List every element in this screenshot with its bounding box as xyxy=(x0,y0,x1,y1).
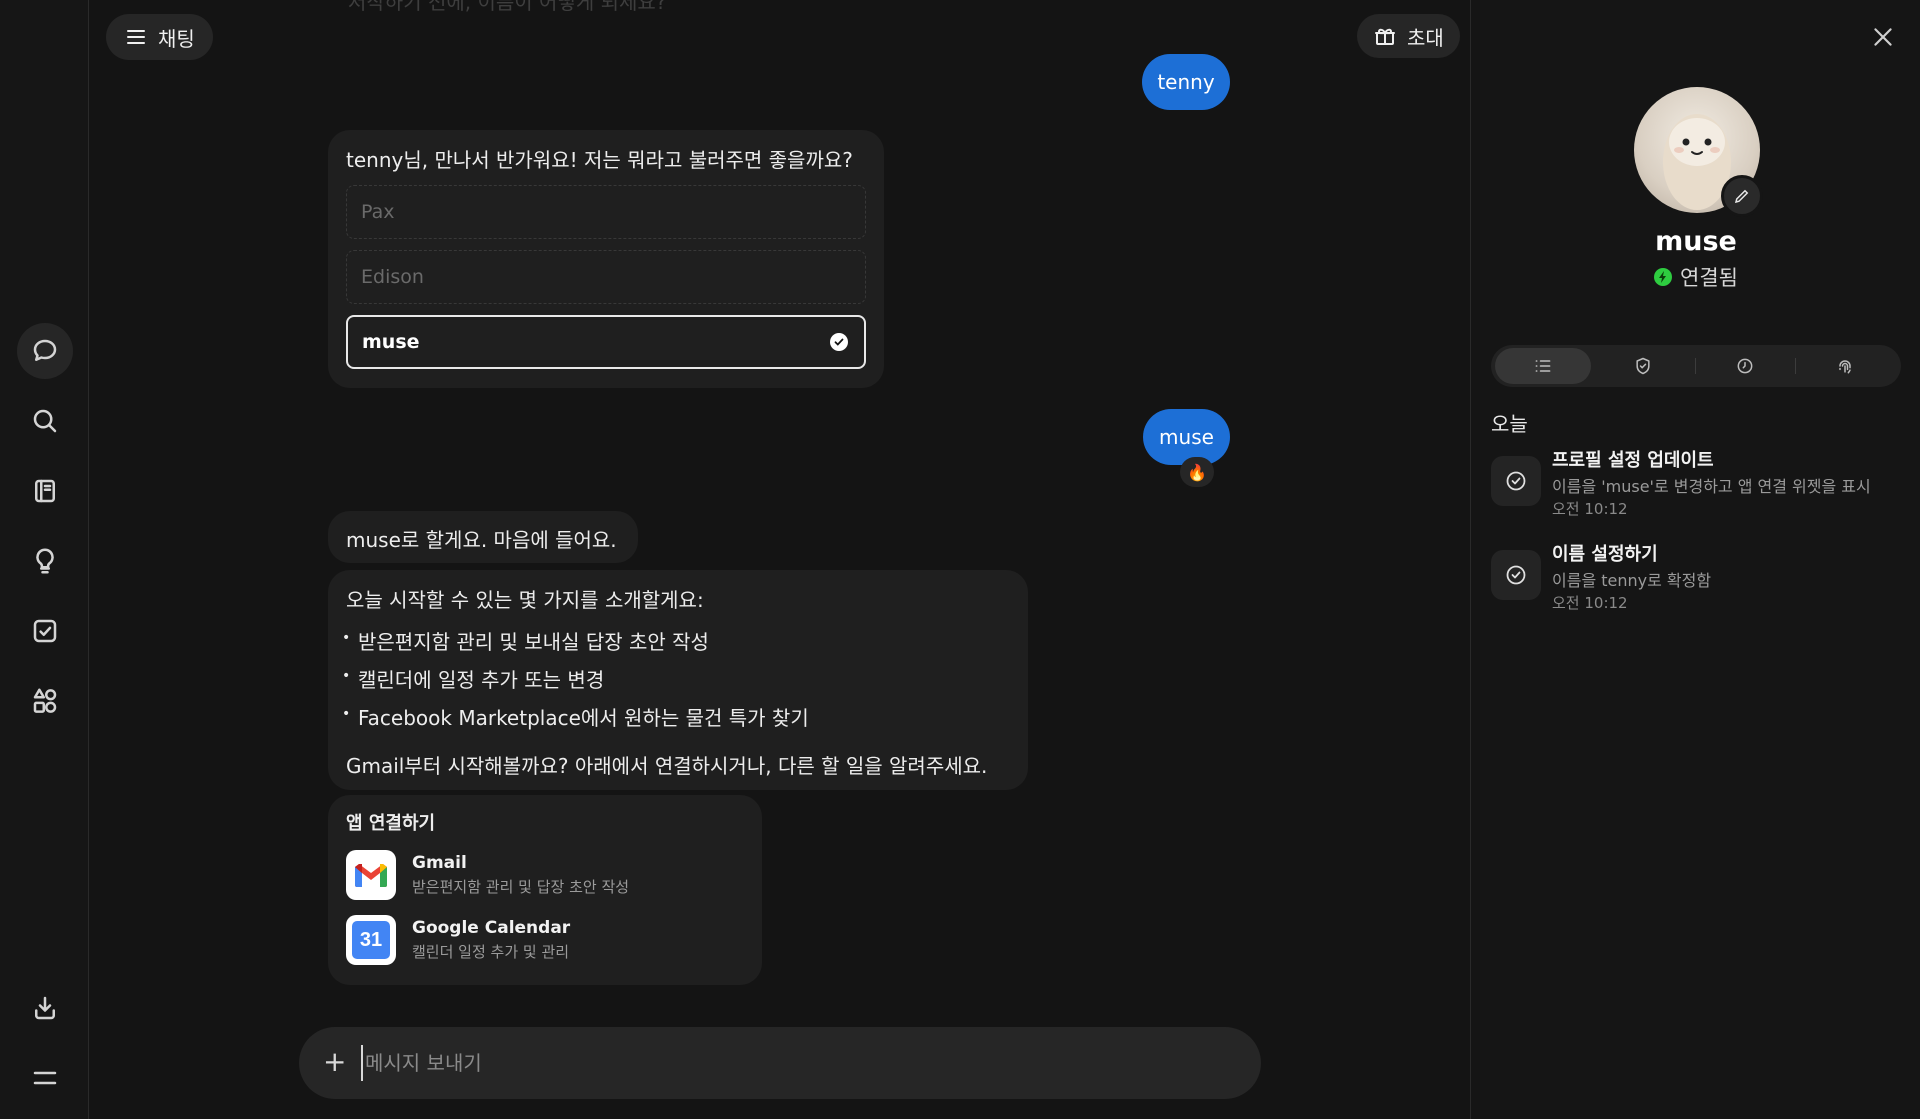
panel-tabs xyxy=(1491,345,1901,387)
google-calendar-icon: 31 xyxy=(346,915,396,965)
connection-status: 연결됨 xyxy=(1471,262,1920,292)
search-icon xyxy=(33,409,57,433)
app-window: 저작하기 전에, 이름이 어떻게 되세요? 채팅 초대 tenny tenny님… xyxy=(0,0,1920,1119)
gmail-icon xyxy=(346,850,396,900)
check-circle-icon xyxy=(1491,456,1541,506)
hamburger-icon xyxy=(33,1071,57,1085)
chat-menu-label: 채팅 xyxy=(158,26,195,51)
shapes-icon xyxy=(33,688,57,713)
close-icon[interactable] xyxy=(1870,24,1896,50)
calendar-day-badge: 31 xyxy=(352,921,390,959)
app-description: 받은편지함 관리 및 답장 초안 작성 xyxy=(412,878,630,896)
agent-panel: muse 연결됨 오늘 프로필 설정 업데이트 이름을 'muse'로 변경하고… xyxy=(1470,0,1920,1119)
ai-message: 오늘 시작할 수 있는 몇 가지를 소개할게요: 받은편지함 관리 및 보내실 … xyxy=(328,570,1028,790)
user-message: muse xyxy=(1143,409,1230,465)
status-label: 연결됨 xyxy=(1680,266,1738,290)
check-circle-icon xyxy=(830,333,848,351)
option-label: Edison xyxy=(361,266,424,288)
ai-message-text: 오늘 시작할 수 있는 몇 가지를 소개할게요: xyxy=(346,588,704,612)
chat-area: 저작하기 전에, 이름이 어떻게 되세요? 채팅 초대 tenny tenny님… xyxy=(90,0,1469,1119)
download-icon xyxy=(35,996,55,1020)
app-connect-gmail[interactable]: Gmail 받은편지함 관리 및 답장 초안 작성 xyxy=(346,850,629,900)
pencil-icon xyxy=(1734,189,1749,204)
activity-time: 오전 10:12 xyxy=(1552,594,1628,612)
left-rail xyxy=(0,0,89,1119)
activity-description: 이름을 'muse'로 변경하고 앱 연결 위젯을 표시 xyxy=(1552,477,1871,496)
list-item: 받은편지함 관리 및 보내실 답장 초안 작성 xyxy=(342,626,709,655)
ai-message-text: tenny님, 만나서 반가워요! 저는 뭐라고 불러주면 좋을까요? xyxy=(346,148,853,172)
clock-icon xyxy=(1737,358,1753,374)
message-composer: + xyxy=(299,1027,1261,1099)
ai-message: muse로 할게요. 마음에 들어요. xyxy=(328,511,638,563)
notebook-icon xyxy=(35,479,55,503)
name-option-edison[interactable]: Edison xyxy=(346,250,866,304)
app-name: Gmail xyxy=(412,853,467,873)
app-description: 캘린더 일정 추가 및 관리 xyxy=(412,943,570,961)
invite-label: 초대 xyxy=(1407,25,1444,50)
user-message: tenny xyxy=(1142,54,1230,110)
lightning-icon xyxy=(1654,268,1673,286)
tab-divider xyxy=(1695,358,1696,374)
chat-nav-button[interactable] xyxy=(17,323,73,379)
message-input[interactable] xyxy=(361,1045,1221,1081)
tab-security[interactable] xyxy=(1595,348,1691,384)
menu-button[interactable] xyxy=(17,1050,73,1106)
tab-identity[interactable] xyxy=(1797,348,1893,384)
chat-bubble-icon xyxy=(33,339,57,361)
option-label: Pax xyxy=(361,201,395,223)
hamburger-icon xyxy=(127,30,145,44)
ai-message-text: muse로 할게요. 마음에 들어요. xyxy=(346,528,617,552)
edit-avatar-button[interactable] xyxy=(1721,175,1763,217)
search-nav-button[interactable] xyxy=(17,393,73,449)
lightbulb-icon xyxy=(36,548,54,574)
chat-menu-button[interactable]: 채팅 xyxy=(106,14,213,60)
tab-activity[interactable] xyxy=(1495,348,1591,384)
reaction-badge[interactable]: 🔥 xyxy=(1180,457,1214,487)
app-connect-google-calendar[interactable]: 31 Google Calendar 캘린더 일정 추가 및 관리 xyxy=(346,915,570,965)
name-choice-card: tenny님, 만나서 반가워요! 저는 뭐라고 불러주면 좋을까요? Pax … xyxy=(328,130,884,388)
tasks-nav-button[interactable] xyxy=(17,603,73,659)
invite-button[interactable]: 초대 xyxy=(1357,14,1460,58)
activity-title: 이름 설정하기 xyxy=(1552,544,1658,565)
check-circle-icon xyxy=(1491,550,1541,600)
ideas-nav-button[interactable] xyxy=(17,533,73,589)
section-title: 오늘 xyxy=(1491,412,1528,436)
activity-description: 이름을 tenny로 확정함 xyxy=(1552,571,1712,590)
list-item: Facebook Marketplace에서 원하는 물건 특가 찾기 xyxy=(342,702,809,731)
shield-check-icon xyxy=(1636,357,1650,375)
name-option-pax[interactable]: Pax xyxy=(346,185,866,239)
list-item: 캘린더에 일정 추가 또는 변경 xyxy=(342,664,604,693)
previous-message-faded: 저작하기 전에, 이름이 어떻게 되세요? xyxy=(348,0,667,14)
name-option-muse[interactable]: muse xyxy=(346,315,866,369)
ai-message-text: Gmail부터 시작해볼까요? 아래에서 연결하시거나, 다른 할 일을 알려주… xyxy=(346,754,988,778)
notebook-nav-button[interactable] xyxy=(17,463,73,519)
option-label: muse xyxy=(362,331,420,353)
add-attachment-button[interactable]: + xyxy=(323,1048,346,1076)
checkbox-icon xyxy=(33,619,57,643)
fingerprint-icon xyxy=(1839,360,1851,374)
gift-icon xyxy=(1375,28,1395,45)
list-icon xyxy=(1535,360,1551,372)
activity-time: 오전 10:12 xyxy=(1552,500,1628,518)
download-button[interactable] xyxy=(17,980,73,1036)
connect-apps-card: 앱 연결하기 Gmail 받은편지함 관리 및 답장 초안 작성 31 Goog… xyxy=(328,795,762,985)
agent-name: muse xyxy=(1655,226,1737,257)
activity-title: 프로필 설정 업데이트 xyxy=(1552,450,1714,471)
app-name: Google Calendar xyxy=(412,918,571,938)
tab-divider xyxy=(1795,358,1796,374)
apps-nav-button[interactable] xyxy=(17,673,73,729)
tab-history[interactable] xyxy=(1697,348,1793,384)
card-title: 앱 연결하기 xyxy=(346,813,436,834)
